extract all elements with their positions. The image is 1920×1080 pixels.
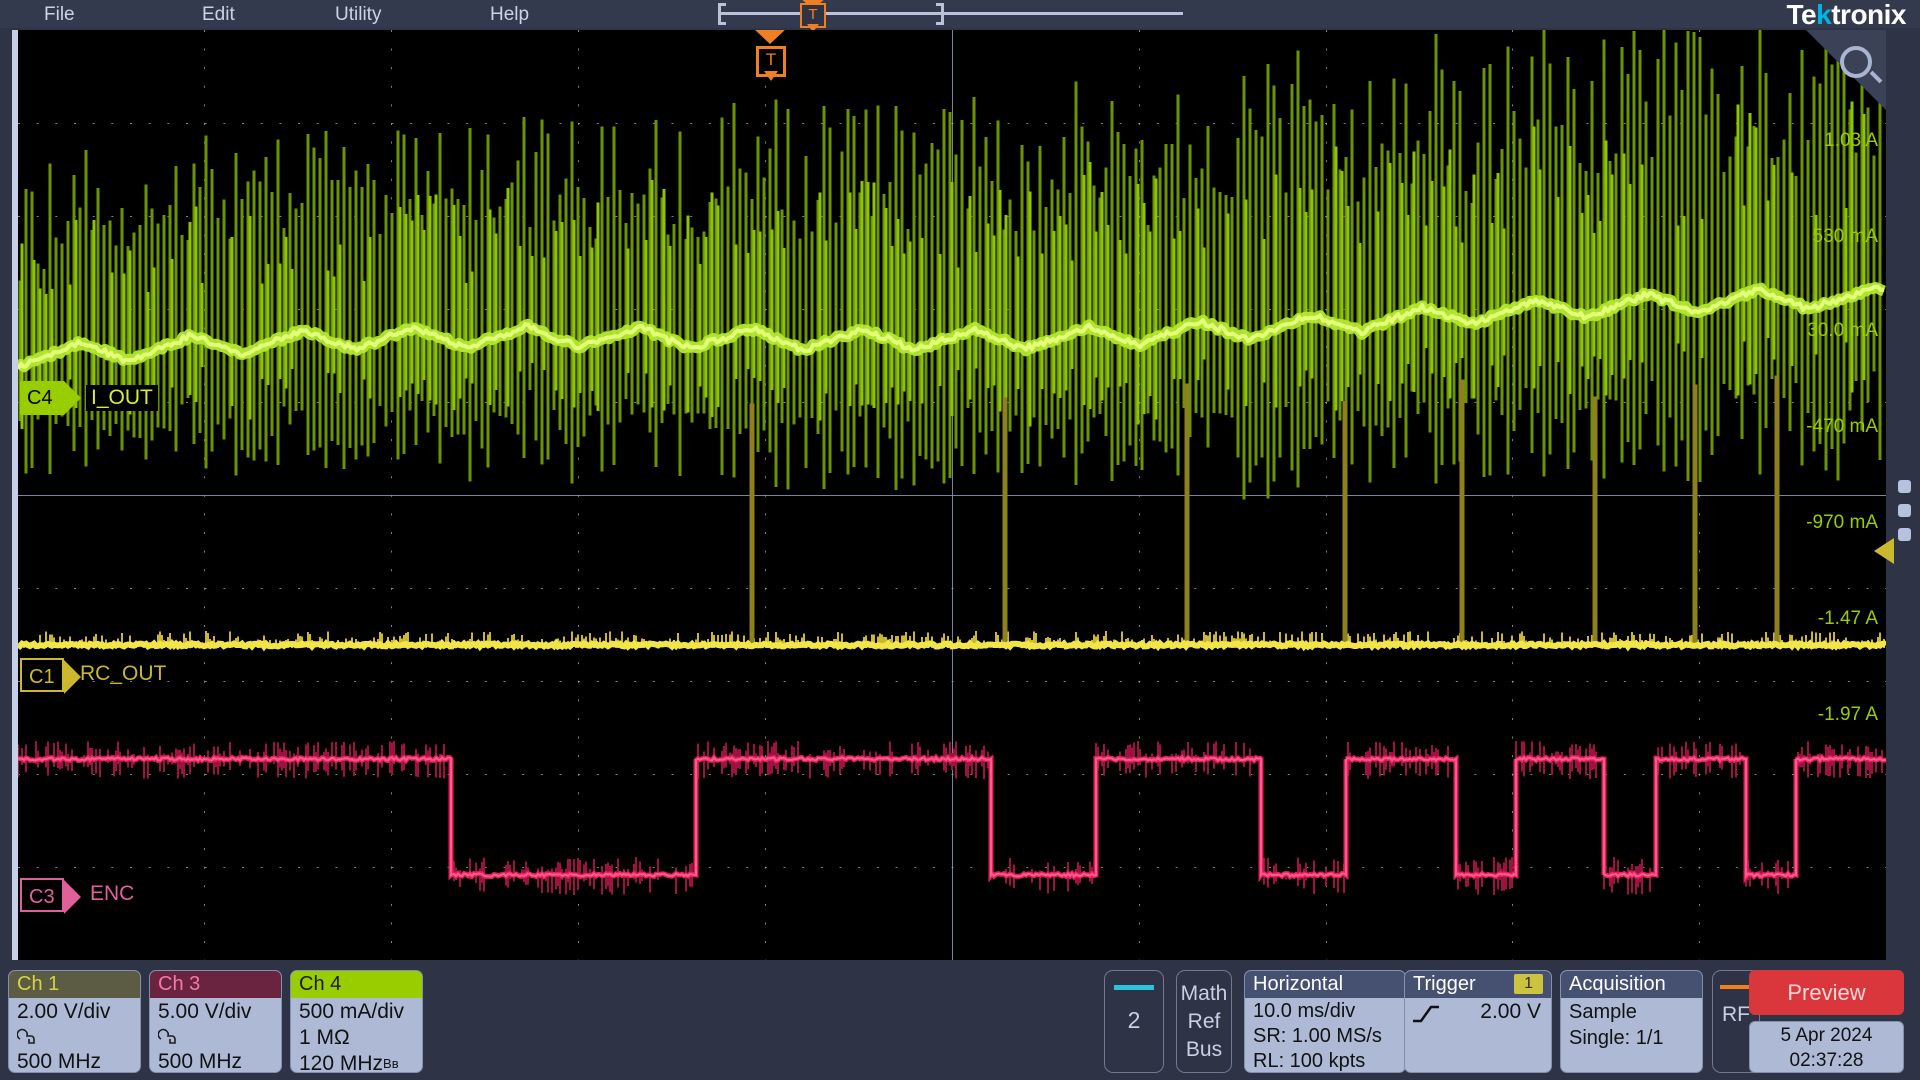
acquisition-badge[interactable]: Acquisition Sample Single: 1/1 [1560,970,1703,1073]
trigger-title-row: Trigger 1 [1405,971,1551,998]
trigger-marker-triangle-icon [753,30,787,44]
ch4-impedance: 1 MΩ [299,1025,422,1051]
horizontal-body: 10.0 ms/div SR: 1.00 MS/s RL: 100 kpts [1245,998,1405,1073]
horizontal-scale: 10.0 ms/div [1253,999,1405,1024]
channel-badge-ch3-body: 5.00 V/div 500 MHz [150,998,281,1073]
channel-handle-c3[interactable]: C3 [20,878,64,912]
handle-arrow-icon [64,381,81,415]
ch4-vertical-scale: 500 mA/div [299,999,422,1025]
channel-badge-ch1-body: 2.00 V/div 500 MHz [9,998,140,1073]
menu-item-file[interactable]: File [36,3,83,27]
channel-label-c3: ENC [90,882,134,906]
zoom-area-icon[interactable] [1806,30,1886,110]
trigger-source-badge: 1 [1514,974,1543,994]
acquisition-body: Sample Single: 1/1 [1561,998,1702,1051]
dot-icon [1898,504,1911,517]
date-text: 5 Apr 2024 [1750,1023,1903,1048]
channel-badge-ch3-title: Ch 3 [150,971,281,998]
math-label: Math [1177,980,1231,1008]
channel-offset-arrow-icon[interactable] [1874,538,1894,564]
probe-icon [17,1025,140,1049]
rising-edge-icon [1411,1002,1441,1024]
ch4-bandwidth-row: 120 MHzBв [299,1051,422,1073]
bottom-control-bar: Ch 1 2.00 V/div 500 MHz Ch 3 5.00 V/div … [0,963,1920,1080]
horizontal-position-bar[interactable] [718,12,1183,15]
handle-arrow-icon [64,880,81,914]
magnifier-glass-icon [1840,46,1872,78]
panel-drawer-handle[interactable] [1898,480,1911,552]
channel-handle-c1[interactable]: C1 [20,658,64,692]
channel-handle-c4-label: C4 [27,387,53,409]
trigger-title: Trigger [1413,973,1476,995]
waveform-ch3 [18,30,1886,960]
ch3-vertical-scale: 5.00 V/div [158,999,281,1025]
readout-value: -470 mA [1806,416,1878,438]
tektronix-logo: Tektronix [1787,0,1906,30]
horizontal-sample-rate: SR: 1.00 MS/s [1253,1024,1405,1049]
acquisition-mode: Sample [1569,999,1702,1025]
channel-button-ch2-label: 2 [1105,990,1163,1050]
handle-arrow-icon [64,660,81,694]
trigger-badge[interactable]: Trigger 1 2.00 V [1404,970,1552,1073]
menu-item-utility[interactable]: Utility [327,3,389,27]
logo-pre: Te [1787,0,1817,30]
horizontal-record-length: RL: 100 kpts [1253,1049,1405,1073]
channel-label-c4: I_OUT [86,385,158,411]
time-text: 02:37:28 [1750,1048,1903,1073]
channel-badge-ch4[interactable]: Ch 4 500 mA/div 1 MΩ 120 MHzBв [290,970,423,1073]
oscilloscope-screen: File Edit Utility Help T Tektronix [0,0,1920,1080]
acquisition-title: Acquisition [1561,971,1702,998]
channel-badge-ch1[interactable]: Ch 1 2.00 V/div 500 MHz [8,970,141,1073]
preview-button[interactable]: Preview [1749,970,1904,1015]
readout-value: 1.03 A [1824,130,1878,152]
logo-k: k [1816,0,1831,30]
datetime-display: 5 Apr 2024 02:37:28 [1749,1021,1904,1073]
readout-value: 530 mA [1813,226,1878,248]
ch4-bandwidth: 120 MHz [299,1052,383,1073]
menu-item-edit[interactable]: Edit [194,3,243,27]
record-left-bracket [718,3,721,25]
trigger-position-marker[interactable]: T [800,3,826,28]
ch3-bandwidth: 500 MHz [158,1049,281,1073]
acquisition-count: Single: 1/1 [1569,1025,1702,1051]
ch1-bandwidth: 500 MHz [17,1049,140,1073]
bus-label: Bus [1177,1036,1231,1064]
channel-badge-ch4-body: 500 mA/div 1 MΩ 120 MHzBв [291,998,422,1073]
channel-handle-c1-label: C1 [29,666,55,688]
record-right-bracket [941,3,944,25]
ch4-bw-limit-suffix: Bв [383,1056,399,1071]
readout-value: -1.97 A [1818,704,1878,726]
menu-item-help[interactable]: Help [482,3,537,27]
ch1-vertical-scale: 2.00 V/div [17,999,140,1025]
channel-handle-c3-label: C3 [29,886,55,908]
dot-icon [1898,480,1911,493]
trigger-body: 2.00 V [1405,998,1551,1025]
channel-button-ch2[interactable]: 2 [1104,970,1164,1073]
graticule-inner: T C4 I_OUT C1 RC_OUT C3 ENC 1.03 A 530 m… [18,30,1886,960]
trigger-marker[interactable]: T [756,46,786,77]
horizontal-title: Horizontal [1245,971,1405,998]
probe-icon [158,1025,281,1049]
channel-badge-ch4-title: Ch 4 [291,971,422,998]
channel-badge-ch1-title: Ch 1 [9,971,140,998]
logo-post: tronix [1831,0,1906,30]
channel-label-c1: RC_OUT [80,662,166,686]
readout-value: 30.0 mA [1807,320,1878,342]
readout-value: -970 mA [1806,512,1878,534]
ref-label: Ref [1177,1008,1231,1036]
channel-handle-c4[interactable]: C4 [20,381,64,415]
menu-bar: File Edit Utility Help T Tektronix [0,0,1920,28]
dot-icon [1898,528,1911,541]
horizontal-badge[interactable]: Horizontal 10.0 ms/div SR: 1.00 MS/s RL:… [1244,970,1406,1073]
channel-badge-ch3[interactable]: Ch 3 5.00 V/div 500 MHz [149,970,282,1073]
math-ref-bus-button[interactable]: Math Ref Bus [1176,970,1232,1073]
waveform-graticule[interactable]: T C4 I_OUT C1 RC_OUT C3 ENC 1.03 A 530 m… [12,30,1886,960]
readout-value: -1.47 A [1818,608,1878,630]
